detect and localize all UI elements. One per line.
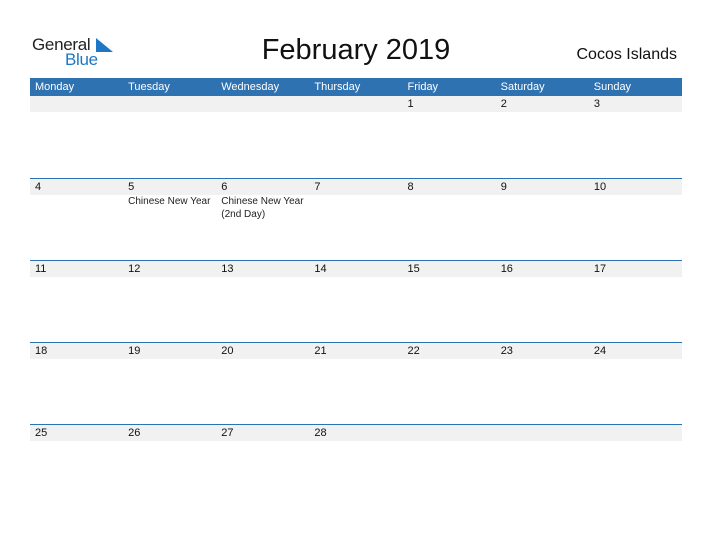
week-row: 18 19 20 21 22 23 24: [30, 342, 682, 424]
country-label: Cocos Islands: [576, 46, 678, 63]
day-cell: [589, 425, 682, 506]
day-number: 19: [128, 345, 141, 357]
day-cell: 27: [216, 425, 309, 506]
day-cell: 25: [30, 425, 123, 506]
day-number: [128, 96, 216, 112]
weekday-sunday: Sunday: [593, 81, 632, 93]
day-cell: 1: [403, 96, 496, 178]
day-number: [501, 425, 589, 441]
day-number: 26: [128, 427, 141, 439]
calendar-grid: Monday Tuesday Wednesday Thursday Friday…: [30, 78, 682, 506]
weekday-header: Monday Tuesday Wednesday Thursday Friday…: [30, 78, 682, 96]
day-cell: 12: [123, 261, 216, 342]
day-number: 8: [407, 181, 414, 193]
day-cell: 24: [589, 343, 682, 424]
day-number: 15: [407, 263, 420, 275]
weeks: 1 2 3 4 5 Chinese New Year 6 Chinese New Year (…: [30, 96, 682, 506]
day-cell: 6 Chinese New Year (2nd Day): [216, 179, 309, 260]
day-number: 13: [221, 263, 234, 275]
day-cell: 16: [496, 261, 589, 342]
day-number: 6: [221, 181, 228, 193]
day-cell: 20: [216, 343, 309, 424]
day-number: 25: [35, 427, 48, 439]
day-cell: 10: [589, 179, 682, 260]
holiday-label: Chinese New Year (2nd Day): [221, 196, 304, 220]
day-cell: 17: [589, 261, 682, 342]
day-cell: 14: [309, 261, 402, 342]
day-number: 20: [221, 345, 234, 357]
day-number: 7: [314, 181, 321, 193]
week-row: 25 26 27 28: [30, 424, 682, 506]
day-number: 1: [407, 98, 414, 110]
week-row: 4 5 Chinese New Year 6 Chinese New Year (2nd…: [30, 178, 682, 260]
day-number: 18: [35, 345, 48, 357]
day-number: [408, 425, 496, 441]
weekday-thursday: Thursday: [314, 81, 361, 93]
day-cell: [309, 96, 402, 178]
day-cell: 9: [496, 179, 589, 260]
day-cell: 18: [30, 343, 123, 424]
holiday-label: Chinese New Year: [128, 196, 211, 207]
day-cell: [123, 96, 216, 178]
day-cell: 8: [403, 179, 496, 260]
day-number: 28: [314, 427, 327, 439]
day-number: [314, 96, 402, 112]
day-number: 11: [35, 263, 47, 275]
day-cell: 15: [403, 261, 496, 342]
day-number: 24: [593, 345, 607, 357]
day-number: 14: [314, 263, 327, 275]
weekday-wednesday: Wednesday: [221, 81, 280, 93]
day-number: 10: [593, 181, 607, 193]
day-cell: 2: [496, 96, 589, 178]
day-number: 12: [128, 263, 141, 275]
day-number: [594, 425, 682, 441]
day-number: 22: [407, 345, 420, 357]
weekday-saturday: Saturday: [500, 81, 545, 93]
day-cell: 23: [496, 343, 589, 424]
day-cell: 3: [589, 96, 682, 178]
day-number: 17: [593, 263, 607, 275]
day-cell: [30, 96, 123, 178]
day-number: 4: [35, 181, 42, 193]
weekday-friday: Friday: [407, 81, 439, 93]
day-cell: 26: [123, 425, 216, 506]
week-row: 1 2 3: [30, 96, 682, 178]
week-row: 11 12 13 14 15 16 17: [30, 260, 682, 342]
day-number: 27: [221, 427, 234, 439]
day-cell: 13: [216, 261, 309, 342]
day-cell: 19: [123, 343, 216, 424]
day-number: [35, 96, 123, 112]
day-number: 2: [500, 98, 507, 110]
day-cell: 22: [403, 343, 496, 424]
day-cell: 11: [30, 261, 123, 342]
day-number: 9: [500, 181, 507, 193]
day-cell: [216, 96, 309, 178]
day-number: [221, 96, 309, 112]
day-cell: 7: [309, 179, 402, 260]
day-cell: 4: [30, 179, 123, 260]
day-cell: 21: [309, 343, 402, 424]
day-number: 21: [314, 345, 327, 357]
day-number: 16: [500, 263, 513, 275]
day-number: 3: [593, 98, 600, 110]
day-number: 23: [500, 345, 513, 357]
day-cell: 28: [309, 425, 402, 506]
day-cell: [496, 425, 589, 506]
day-cell: [403, 425, 496, 506]
day-number: 5: [128, 181, 135, 193]
day-cell: 5 Chinese New Year: [123, 179, 216, 260]
weekday-tuesday: Tuesday: [128, 81, 170, 93]
weekday-monday: Monday: [35, 81, 75, 93]
